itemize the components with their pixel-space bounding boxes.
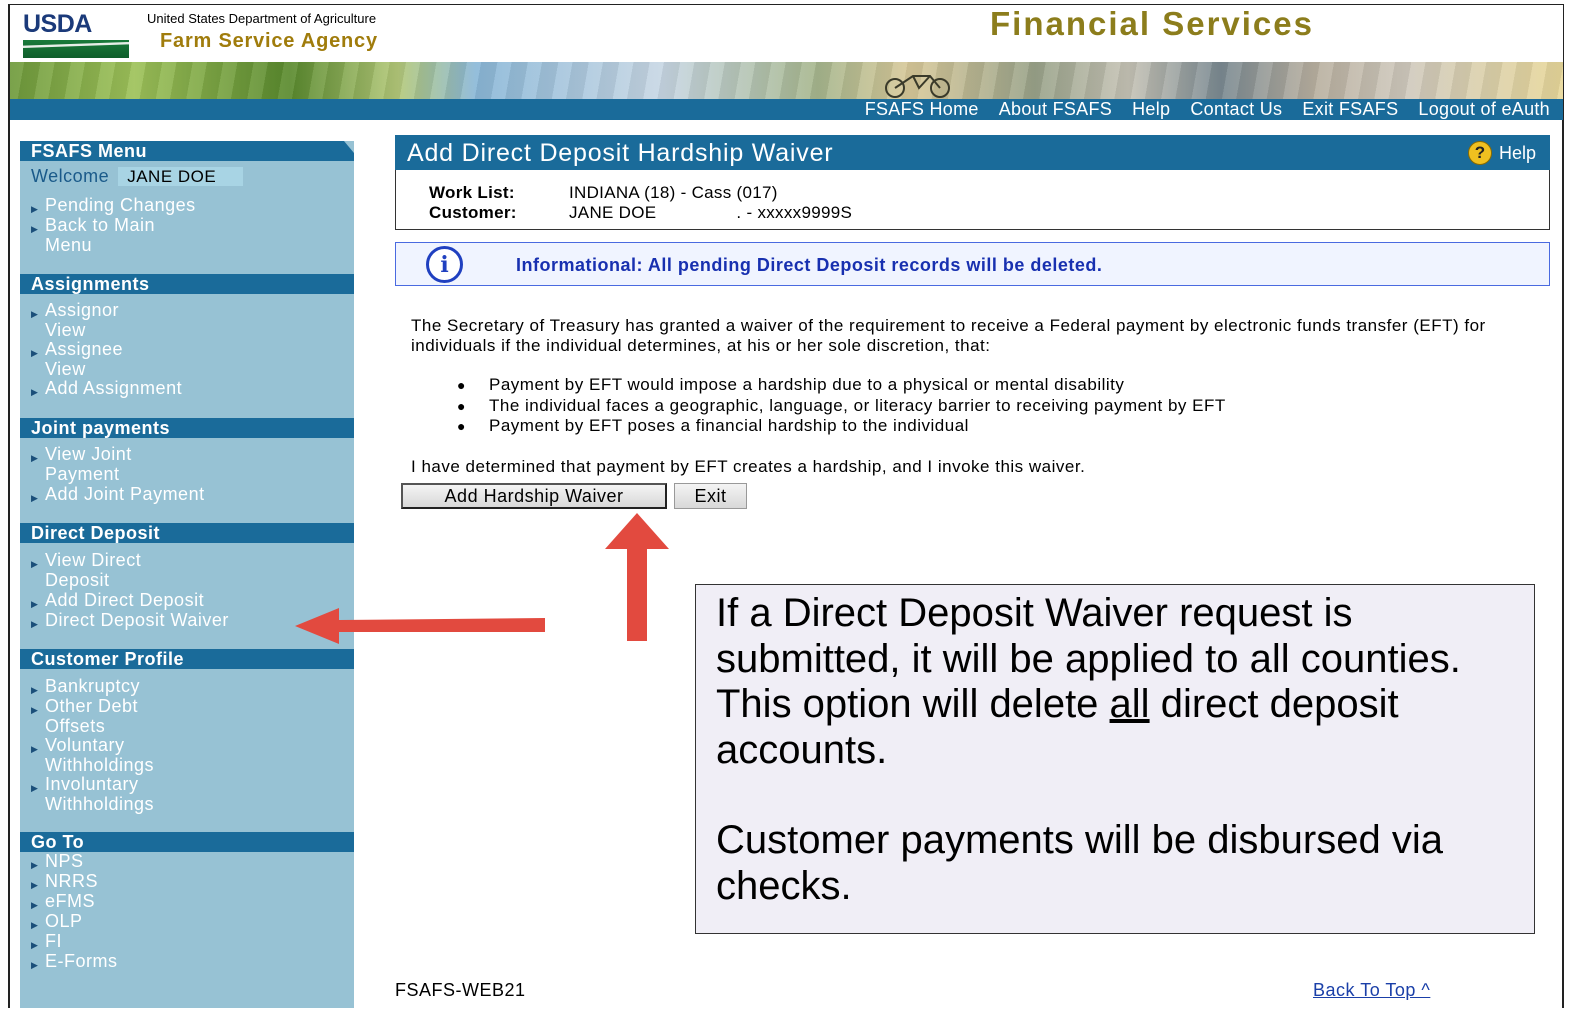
- bullet-icon: ●: [457, 397, 466, 414]
- page-title: Add Direct Deposit Hardship Waiver: [407, 139, 834, 167]
- customer-row: Customer: JANE DOE . - xxxxx9999S: [429, 203, 852, 223]
- nav-contact-us[interactable]: Contact Us: [1190, 99, 1282, 120]
- triangle-right-icon: ▶: [31, 619, 39, 629]
- worklist-row: Work List: INDIANA (18) - Cass (017): [429, 183, 778, 203]
- worklist-value: INDIANA (18) - Cass (017): [569, 183, 778, 202]
- triangle-right-icon: ▶: [31, 559, 39, 569]
- bicycle-icon: [885, 75, 950, 98]
- welcome-label: Welcome: [31, 166, 110, 186]
- customer-name: JANE DOE: [569, 203, 657, 222]
- nav-help[interactable]: Help: [1132, 99, 1170, 120]
- top-nav: FSAFS Home About FSAFS Help Contact Us E…: [10, 99, 1563, 120]
- help-label: Help: [1498, 142, 1536, 163]
- waiver-intro-text: The Secretary of Treasury has granted a …: [411, 316, 1486, 355]
- sidebar-heading-go-to: Go To: [20, 832, 354, 852]
- app-title: Financial Services: [990, 5, 1314, 42]
- customer-label: Customer:: [429, 203, 517, 222]
- list-item: ● Payment by EFT poses a financial hardsh…: [457, 416, 969, 435]
- worklist-label: Work List:: [429, 183, 515, 202]
- triangle-right-icon: ▶: [31, 348, 39, 358]
- nav-exit-fsafs[interactable]: Exit FSAFS: [1302, 99, 1398, 120]
- welcome-user-name: JANE DOE: [118, 167, 244, 186]
- waiver-conditions-list: ● Payment by EFT would impose a hardship …: [457, 375, 1226, 437]
- sidebar-item-direct-deposit-waiver[interactable]: ▶ Direct Deposit Waiver: [31, 610, 229, 635]
- nav-fsafs-home[interactable]: FSAFS Home: [865, 99, 979, 120]
- usda-logo[interactable]: USDA: [23, 10, 133, 60]
- callout-note: If a Direct Deposit Waiver request is su…: [695, 584, 1535, 934]
- sidebar-item-view-joint-payment[interactable]: ▶ View Joint Payment: [31, 444, 132, 484]
- triangle-right-icon: ▶: [31, 493, 39, 503]
- welcome-row: Welcome JANE DOE: [31, 166, 244, 187]
- sidebar-heading-fsafs-menu: FSAFS Menu: [20, 141, 354, 161]
- back-to-top-link[interactable]: Back To Top ^: [1313, 980, 1430, 1001]
- triangle-right-icon: ▶: [31, 387, 39, 397]
- callout-paragraph-1: If a Direct Deposit Waiver request is su…: [716, 591, 1461, 772]
- info-icon: i: [426, 246, 463, 283]
- bullet-icon: ●: [457, 418, 466, 434]
- bullet-icon: ●: [457, 377, 466, 393]
- exit-button[interactable]: Exit: [674, 483, 747, 509]
- sidebar-heading-direct-deposit: Direct Deposit: [20, 523, 354, 543]
- sidebar-heading-customer-profile: Customer Profile: [20, 649, 354, 669]
- sidebar-item-back-to-main-menu[interactable]: ▶ Back to Main Menu: [31, 215, 155, 255]
- page-id-footer: FSAFS-WEB21: [395, 980, 526, 1000]
- sidebar-item-add-assignment[interactable]: ▶ Add Assignment: [31, 378, 182, 403]
- sidebar-heading-assignments: Assignments: [20, 274, 354, 294]
- informational-alert: i Informational: All pending Direct Depo…: [395, 242, 1550, 286]
- triangle-right-icon: ▶: [31, 309, 39, 319]
- sidebar-item-view-direct-deposit[interactable]: ▶ View Direct Deposit: [31, 550, 141, 590]
- header-banner-image: [10, 62, 1563, 99]
- add-hardship-waiver-button[interactable]: Add Hardship Waiver: [401, 483, 667, 509]
- customer-info-box: Work List: INDIANA (18) - Cass (017) Cus…: [395, 170, 1550, 230]
- triangle-right-icon: ▶: [31, 783, 39, 793]
- page-header: Add Direct Deposit Hardship Waiver ? Hel…: [395, 135, 1550, 170]
- agency-name: Farm Service Agency: [160, 30, 378, 52]
- triangle-right-icon: ▶: [31, 705, 39, 715]
- list-item: ● The individual faces a geographic, lang…: [457, 395, 1226, 415]
- list-item: ● Payment by EFT would impose a hardship …: [457, 375, 1125, 394]
- triangle-right-icon: ▶: [31, 453, 39, 463]
- sidebar-item-e-forms[interactable]: ▶ E-Forms: [31, 951, 118, 976]
- triangle-right-icon: ▶: [31, 224, 39, 234]
- callout-paragraph-2: Customer payments will be disbursed via …: [716, 818, 1443, 908]
- arrow-left-icon: [295, 608, 545, 644]
- nav-about-fsafs[interactable]: About FSAFS: [999, 99, 1112, 120]
- site-header: USDA United States Department of Agricul…: [10, 5, 1563, 62]
- help-button[interactable]: ? Help: [1467, 141, 1536, 165]
- sidebar-item-involuntary-withholdings[interactable]: ▶ Involuntary Withholdings: [31, 774, 154, 814]
- department-name: United States Department of Agriculture: [147, 11, 377, 26]
- sidebar-item-assignee-view[interactable]: ▶ Assignee View: [31, 339, 123, 379]
- callout-emphasis: all: [1109, 682, 1150, 726]
- sidebar-item-add-joint-payment[interactable]: ▶ Add Joint Payment: [31, 484, 205, 509]
- arrow-up-icon: [605, 513, 669, 641]
- determination-text: I have determined that payment by EFT cr…: [411, 457, 1086, 476]
- usda-logo-band: [23, 40, 129, 58]
- sidebar: FSAFS Menu Welcome JANE DOE ▶ Pending Cha…: [20, 141, 354, 1008]
- triangle-right-icon: ▶: [31, 960, 39, 970]
- customer-id: . - xxxxx9999S: [736, 203, 853, 222]
- sidebar-heading-joint-payments: Joint payments: [20, 418, 354, 438]
- question-icon: ?: [1467, 141, 1492, 165]
- sidebar-item-voluntary-withholdings[interactable]: ▶ Voluntary Withholdings: [31, 735, 154, 775]
- triangle-right-icon: ▶: [31, 744, 39, 754]
- sidebar-item-other-debt-offsets[interactable]: ▶ Other Debt Offsets: [31, 696, 138, 736]
- sidebar-item-assignor-view[interactable]: ▶ Assignor View: [31, 300, 119, 340]
- alert-text: Informational: All pending Direct Deposi…: [516, 255, 1103, 275]
- usda-logo-text: USDA: [23, 10, 92, 38]
- nav-logout-eauth[interactable]: Logout of eAuth: [1418, 99, 1550, 120]
